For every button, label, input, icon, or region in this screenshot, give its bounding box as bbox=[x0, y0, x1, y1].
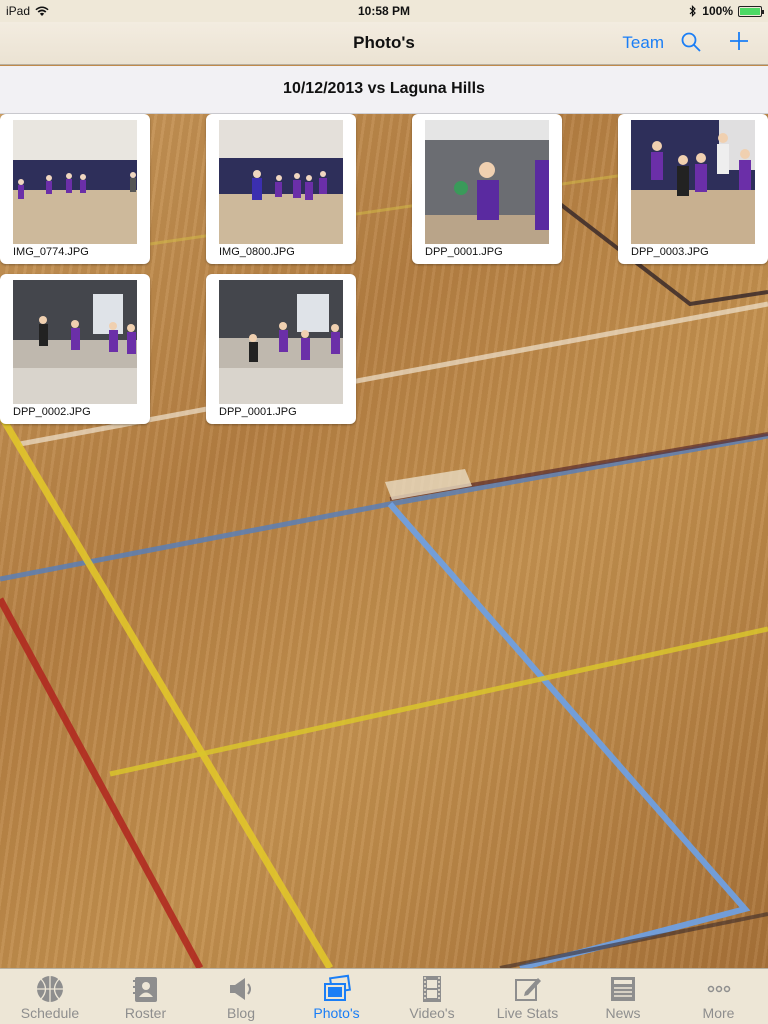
edit-icon bbox=[514, 978, 541, 1001]
photo-filename: IMG_0774.JPG bbox=[13, 246, 89, 258]
photo-thumbnail[interactable]: IMG_0774.JPG bbox=[0, 114, 150, 264]
tab-label: Roster bbox=[124, 1005, 167, 1021]
photo-image bbox=[219, 280, 343, 404]
tab-schedule[interactable]: Schedule bbox=[2, 969, 98, 1024]
bluetooth-icon bbox=[689, 5, 697, 17]
tab-more[interactable]: More bbox=[671, 969, 767, 1024]
team-button[interactable]: Team bbox=[622, 33, 664, 53]
game-title: 10/12/2013 vs Laguna Hills bbox=[283, 80, 485, 97]
game-header: 10/12/2013 vs Laguna Hills bbox=[0, 66, 768, 114]
tab-label: Blog bbox=[226, 1005, 256, 1021]
photo-image bbox=[631, 120, 755, 244]
roster-icon bbox=[132, 977, 157, 1002]
search-icon[interactable] bbox=[680, 31, 702, 53]
add-icon[interactable] bbox=[728, 30, 750, 52]
basketball-icon bbox=[37, 976, 63, 1002]
photo-filename: DPP_0002.JPG bbox=[13, 406, 91, 418]
photo-thumbnail[interactable]: DPP_0001.JPG bbox=[206, 274, 356, 424]
status-right: 100% bbox=[689, 4, 764, 18]
tab-label: More bbox=[702, 1005, 735, 1021]
tab-label: Live Stats bbox=[496, 1005, 559, 1021]
photo-thumbnail[interactable]: DPP_0001.JPG bbox=[412, 114, 562, 264]
tab-blog[interactable]: Blog bbox=[193, 969, 289, 1024]
photo-filename: DPP_0001.JPG bbox=[219, 406, 297, 418]
photo-thumbnail[interactable]: DPP_0003.JPG bbox=[618, 114, 768, 264]
status-bar: iPad 10:58 PM 100% bbox=[0, 0, 768, 22]
battery-icon bbox=[738, 5, 764, 17]
tab-label: News bbox=[605, 1005, 641, 1021]
photo-image bbox=[219, 120, 343, 244]
photo-thumbnail[interactable]: IMG_0800.JPG bbox=[206, 114, 356, 264]
status-time: 10:58 PM bbox=[357, 4, 411, 18]
battery-fill bbox=[740, 7, 760, 15]
navigation-bar: Photo's Team bbox=[0, 22, 768, 65]
tab-bar: Schedule Roster Blog Photo's Video's Liv… bbox=[0, 968, 768, 1024]
photos-icon bbox=[323, 974, 351, 1001]
photo-image bbox=[13, 280, 137, 404]
tab-news[interactable]: News bbox=[575, 969, 671, 1024]
more-icon bbox=[707, 985, 730, 993]
megaphone-icon bbox=[230, 978, 251, 1000]
newspaper-icon bbox=[611, 977, 635, 1001]
photo-filename: DPP_0003.JPG bbox=[631, 246, 709, 258]
battery-percent: 100% bbox=[702, 4, 733, 18]
photo-thumbnail[interactable]: DPP_0002.JPG bbox=[0, 274, 150, 424]
tab-label: Schedule bbox=[20, 1005, 80, 1021]
photo-image bbox=[425, 120, 549, 244]
photo-image bbox=[13, 120, 137, 244]
tab-videos[interactable]: Video's bbox=[384, 969, 480, 1024]
tab-label: Video's bbox=[409, 1005, 455, 1021]
tab-photos[interactable]: Photo's bbox=[289, 969, 385, 1024]
photo-filename: IMG_0800.JPG bbox=[219, 246, 295, 258]
tab-roster[interactable]: Roster bbox=[98, 969, 194, 1024]
tab-label: Photo's bbox=[313, 1005, 360, 1021]
tab-live-stats[interactable]: Live Stats bbox=[480, 969, 576, 1024]
film-icon bbox=[423, 976, 441, 1002]
photo-filename: DPP_0001.JPG bbox=[425, 246, 503, 258]
